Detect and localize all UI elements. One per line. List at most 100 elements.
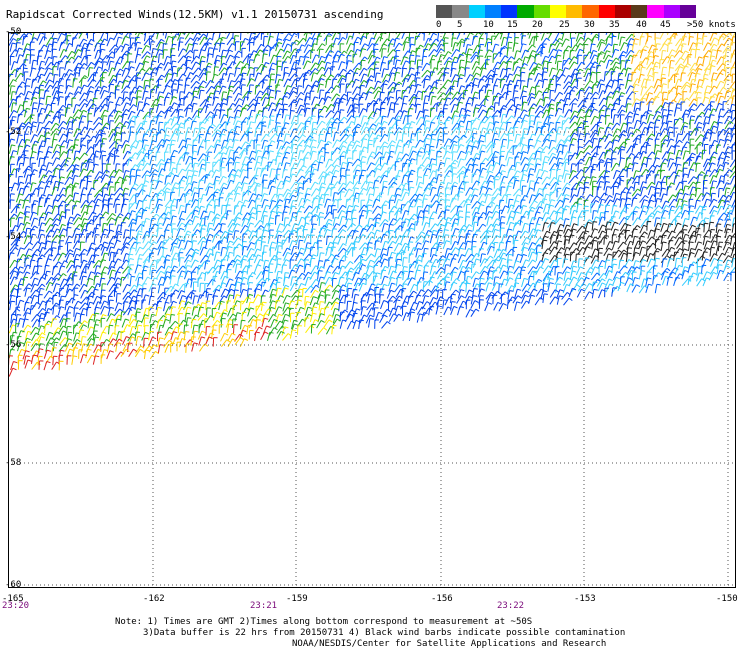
wind-barb-flag bbox=[160, 38, 165, 42]
wind-barb-flag bbox=[56, 150, 61, 154]
wind-barb-flag bbox=[116, 126, 121, 129]
wind-barb bbox=[18, 163, 21, 173]
wind-barb-flag bbox=[297, 67, 302, 69]
wind-barb-flag bbox=[418, 90, 423, 94]
wind-barb bbox=[58, 133, 64, 143]
wind-barb-flag bbox=[591, 71, 596, 74]
wind-barb-flag bbox=[295, 39, 300, 43]
wind-barb-flag bbox=[167, 92, 172, 95]
wind-barb-flag bbox=[222, 157, 227, 160]
wind-barb-flag bbox=[550, 107, 555, 110]
wind-barb-flag bbox=[370, 67, 375, 71]
wind-barb-flag bbox=[600, 159, 605, 162]
wind-barb bbox=[212, 32, 215, 40]
wind-barb-flag bbox=[523, 101, 528, 104]
wind-barb-flag bbox=[476, 66, 481, 69]
wind-barb-flag bbox=[348, 144, 353, 146]
wind-barb-flag bbox=[440, 121, 445, 125]
wind-barb-flag bbox=[691, 152, 696, 156]
wind-barb-flag bbox=[311, 146, 317, 149]
wind-barb-flag bbox=[634, 38, 639, 41]
wind-barb-flag bbox=[633, 143, 638, 146]
wind-barb-flag bbox=[89, 127, 94, 131]
wind-barb-flag bbox=[146, 97, 151, 99]
wind-barb bbox=[500, 37, 505, 47]
wind-barb-flag bbox=[522, 151, 527, 154]
wind-barb-flag bbox=[24, 156, 29, 159]
wind-barb-flag bbox=[270, 47, 275, 49]
wind-barb-flag bbox=[437, 60, 442, 63]
wind-barb-flag bbox=[77, 44, 82, 47]
wind-barb bbox=[269, 54, 275, 64]
wind-barb-flag bbox=[558, 157, 563, 160]
wind-barb bbox=[619, 122, 624, 132]
wind-barb-flag bbox=[351, 140, 356, 144]
wind-barb bbox=[505, 151, 509, 161]
wind-barb bbox=[127, 157, 131, 167]
wind-barb bbox=[10, 116, 13, 126]
wind-barb-flag bbox=[207, 103, 212, 106]
wind-barb-flag bbox=[327, 54, 333, 57]
wind-barb-flag bbox=[187, 66, 192, 70]
wind-barb bbox=[345, 83, 348, 93]
wind-barb-flag bbox=[680, 57, 685, 61]
wind-barb bbox=[548, 140, 552, 150]
wind-barb-flag bbox=[381, 61, 386, 64]
wind-barb-flag bbox=[165, 134, 170, 137]
wind-barb-flag bbox=[615, 102, 620, 105]
legend-swatch bbox=[679, 5, 696, 18]
wind-barb bbox=[296, 85, 299, 95]
wind-barb-flag bbox=[447, 51, 452, 55]
wind-barb-flag bbox=[20, 92, 25, 96]
wind-barb-flag bbox=[473, 127, 478, 130]
wind-barb-flag bbox=[460, 74, 465, 77]
wind-barb-flag bbox=[656, 157, 661, 160]
wind-barb-flag bbox=[474, 91, 479, 94]
wind-barb bbox=[108, 61, 111, 71]
wind-barb-flag bbox=[293, 121, 298, 125]
wind-barb-flag bbox=[664, 43, 669, 47]
wind-barb bbox=[311, 96, 316, 106]
wind-barb-flag bbox=[684, 121, 689, 125]
wind-barb-flag bbox=[287, 85, 292, 88]
wind-barb bbox=[352, 36, 358, 46]
wind-barb bbox=[141, 72, 147, 82]
wind-barb bbox=[617, 32, 620, 40]
wind-barb-flag bbox=[628, 115, 633, 118]
wind-barb bbox=[661, 56, 668, 65]
wind-barb-flag bbox=[377, 145, 382, 148]
wind-barb-flag bbox=[511, 115, 515, 119]
wind-barb bbox=[499, 91, 506, 100]
wind-barb-flag bbox=[507, 121, 512, 124]
legend-tick-label: 25 bbox=[559, 20, 570, 30]
wind-barb-flag bbox=[271, 102, 276, 105]
wind-barb-flag bbox=[388, 91, 393, 93]
wind-barb-flag bbox=[340, 53, 345, 57]
wind-barb bbox=[640, 115, 642, 125]
wind-barb-flag bbox=[474, 77, 479, 80]
wind-barb bbox=[512, 42, 515, 52]
wind-barb-flag bbox=[355, 126, 360, 129]
wind-barb bbox=[540, 32, 546, 41]
wind-barb-flag bbox=[126, 102, 131, 105]
wind-barb bbox=[121, 67, 126, 77]
wind-barb bbox=[450, 104, 455, 113]
wind-barb-flag bbox=[667, 113, 672, 116]
wind-barb-flag bbox=[195, 61, 200, 65]
wind-barb-flag bbox=[70, 73, 75, 76]
wind-barb-flag bbox=[493, 95, 498, 98]
wind-barb-flag bbox=[476, 152, 481, 156]
wind-barb-flag bbox=[669, 109, 674, 112]
wind-barb bbox=[492, 53, 494, 63]
wind-barb-flag bbox=[171, 139, 176, 142]
wind-barb-flag bbox=[703, 137, 708, 139]
wind-barb-flag bbox=[277, 65, 282, 68]
wind-barb-flag bbox=[288, 33, 293, 37]
wind-barb bbox=[38, 108, 43, 117]
wind-barb bbox=[352, 86, 358, 95]
wind-barb bbox=[367, 68, 371, 78]
legend-tick-label: 40 bbox=[636, 20, 647, 30]
wind-barb-flag bbox=[431, 138, 436, 141]
wind-barb bbox=[198, 49, 202, 59]
wind-barb-flag bbox=[397, 67, 402, 70]
